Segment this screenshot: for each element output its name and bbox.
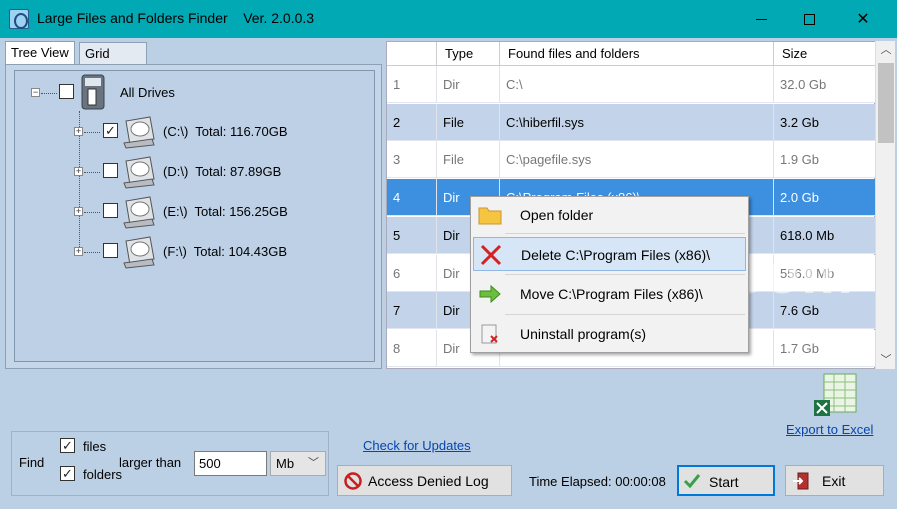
table-cell-num: 6 [387,254,437,292]
chevron-down-icon: ﹀ [308,457,319,469]
collapse-icon[interactable]: − [31,88,40,97]
checkmark-icon [683,474,701,489]
hard-drive-icon [123,196,155,229]
unit-value: Mb [276,456,295,471]
expand-icon[interactable]: + [74,167,83,176]
computer-icon [81,74,105,110]
hard-drive-icon [123,156,155,189]
access-denied-log-button[interactable]: Access Denied Log [337,465,512,496]
folder-icon [478,207,502,225]
table-row[interactable]: 3 File C:\pagefile.sys 1.9 Gb [387,141,876,179]
tab-tree-view[interactable]: Tree View [5,41,75,65]
column-header-num[interactable] [387,42,437,66]
app-icon [9,9,29,29]
start-button[interactable]: Start [677,465,775,496]
table-cell-size: 3.2 Gb [774,103,876,141]
scroll-up-icon[interactable]: ︿ [876,41,896,59]
maximize-button[interactable] [786,0,832,38]
table-cell-num: 5 [387,216,437,254]
drive-e-label: (E:\) Total: 156.25GB [163,204,288,219]
files-label: files [83,439,107,454]
table-cell-type: File [437,103,500,141]
drive-f-checkbox[interactable] [103,243,118,258]
table-cell-path: C:\hiberfil.sys [500,103,774,141]
table-cell-size: 1.7 Gb [774,329,876,367]
menu-item-open-folder[interactable]: Open folder [473,198,746,232]
title-bar[interactable]: Large Files and Folders Finder Ver. 2.0.… [0,0,897,38]
drive-e-checkbox[interactable] [103,203,118,218]
drive-c-label: (C:\) Total: 116.70GB [163,124,288,139]
table-cell-num: 1 [387,66,437,103]
close-button[interactable]: ✕ [840,0,886,38]
delete-x-icon [480,244,502,266]
window-title: Large Files and Folders Finder Ver. 2.0.… [37,10,315,26]
table-row[interactable]: 1 Dir C:\ 32.0 Gb [387,66,876,103]
find-label: Find [19,455,45,470]
drive-d-checkbox[interactable] [103,163,118,178]
grid-scrollbar[interactable]: ︿ ﹀ [875,41,895,369]
files-checkbox[interactable]: ✓ [60,438,75,453]
scroll-thumb[interactable] [878,63,894,143]
menu-item-uninstall[interactable]: Uninstall program(s) [473,317,746,351]
drive-d-label: (D:\) Total: 87.89GB [163,164,282,179]
context-menu: Open folder Delete C:\Program Files (x86… [470,196,749,353]
export-to-excel-link[interactable]: Export to Excel [786,422,873,437]
hard-drive-icon [123,236,155,269]
table-cell-num: 3 [387,141,437,179]
column-header-type[interactable]: Type [437,42,500,66]
folders-label: folders [83,467,123,482]
table-cell-type: Dir [437,66,500,103]
table-cell-num: 7 [387,292,437,330]
table-cell-path: C:\pagefile.sys [500,141,774,179]
maximize-icon [803,13,815,25]
move-arrow-icon [479,284,501,304]
menu-item-move[interactable]: Move C:\Program Files (x86)\ [473,277,746,311]
exit-door-icon [793,472,809,490]
table-cell-size: 1.9 Gb [774,141,876,179]
uninstall-icon [481,324,498,344]
table-row[interactable]: 2 File C:\hiberfil.sys 3.2 Gb [387,103,876,141]
tab-grid-view[interactable]: Grid View [79,42,147,82]
expand-icon[interactable]: + [74,127,83,136]
drive-c-checkbox[interactable]: ✓ [103,123,118,138]
check-updates-link[interactable]: Check for Updates [363,438,471,453]
excel-icon [814,373,857,416]
menu-item-delete[interactable]: Delete C:\Program Files (x86)\ [473,237,746,271]
no-entry-icon [344,472,362,490]
column-header-size[interactable]: Size [774,42,876,66]
table-cell-type: File [437,141,500,179]
hard-drive-icon [123,116,155,149]
table-cell-num: 8 [387,329,437,367]
unit-select[interactable]: Mb ﹀ [270,451,326,476]
table-cell-size: 32.0 Gb [774,66,876,103]
table-cell-path: C:\ [500,66,774,103]
expand-icon[interactable]: + [74,247,83,256]
time-elapsed: Time Elapsed: 00:00:08 [529,474,666,489]
table-cell-num: 2 [387,103,437,141]
all-drives-checkbox[interactable] [59,84,74,99]
minimize-button[interactable] [738,0,784,38]
expand-icon[interactable]: + [74,207,83,216]
minimize-icon [755,18,767,20]
drive-tree[interactable]: − All Drives + ✓ (C:\) Total: 116.70GB +… [14,70,375,362]
folders-checkbox[interactable]: ✓ [60,466,75,481]
column-header-path[interactable]: Found files and folders [500,42,774,66]
exit-button[interactable]: Exit [785,465,884,496]
drive-f-label: (F:\) Total: 104.43GB [163,244,288,259]
close-icon: ✕ [856,11,870,28]
all-drives-label: All Drives [120,85,175,100]
larger-than-label: larger than [119,455,182,470]
size-input[interactable]: 500 [194,451,267,476]
scroll-down-icon[interactable]: ﹀ [876,351,896,369]
table-cell-num: 4 [387,179,437,217]
table-cell-size: 2.0 Gb [774,179,876,217]
